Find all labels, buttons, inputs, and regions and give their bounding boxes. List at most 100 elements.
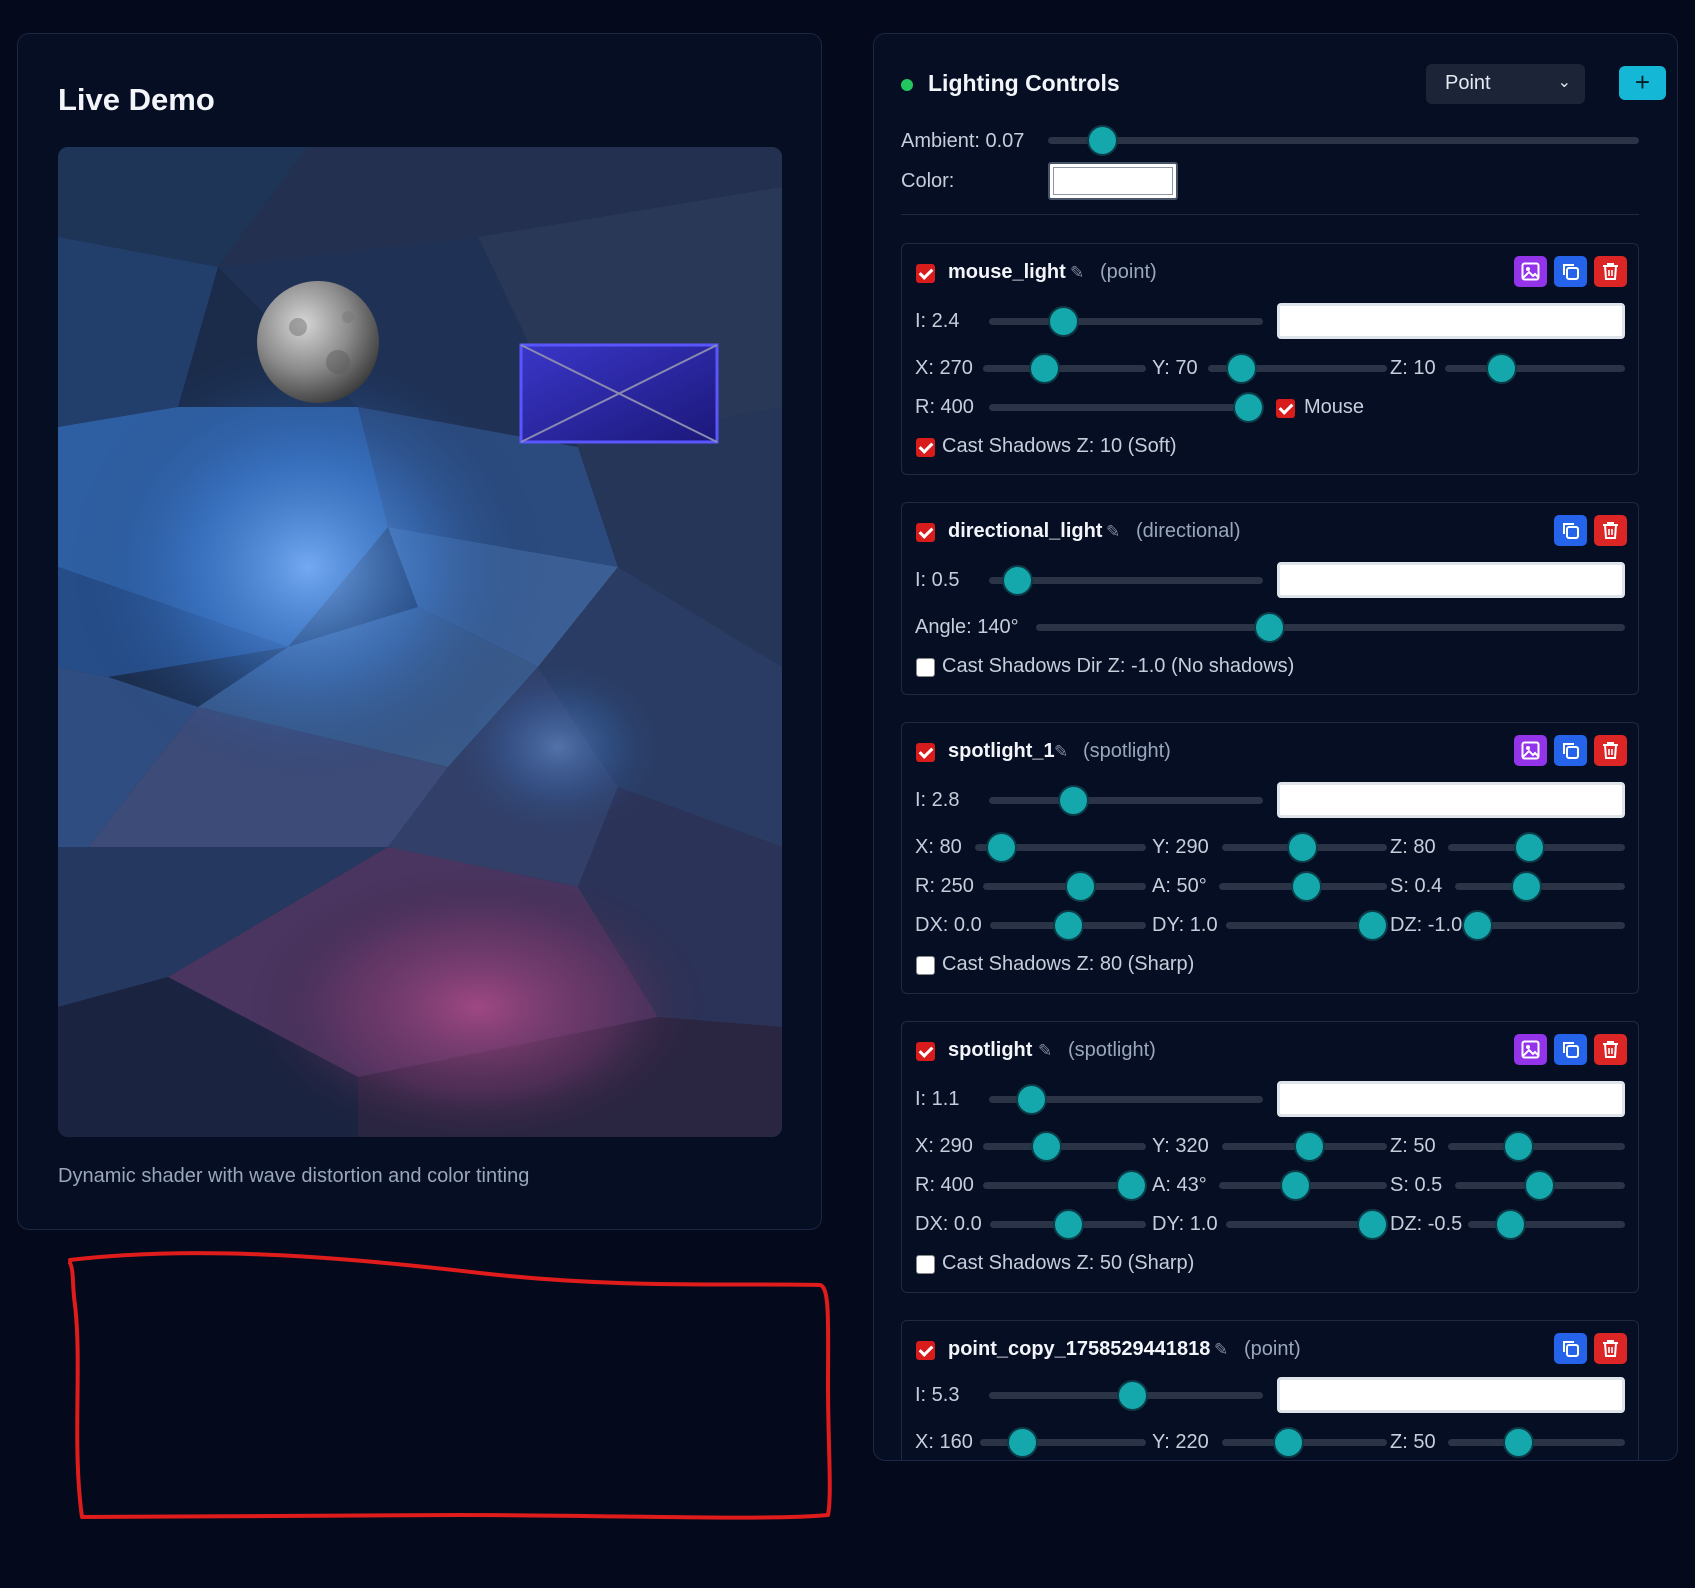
dy-slider-thumb[interactable] <box>1359 912 1386 939</box>
x-slider[interactable] <box>975 834 1146 861</box>
angle-slider[interactable] <box>1219 1172 1387 1199</box>
image-button[interactable] <box>1514 1034 1547 1065</box>
r-slider[interactable] <box>983 1172 1146 1199</box>
dy-slider[interactable] <box>1226 912 1387 939</box>
z-slider[interactable] <box>1448 1429 1625 1456</box>
x-slider-thumb[interactable] <box>988 834 1015 861</box>
angle-slider-thumb[interactable] <box>1282 1172 1309 1199</box>
cast-shadows-checkbox[interactable] <box>916 956 935 975</box>
softness-slider[interactable] <box>1455 1172 1625 1199</box>
image-button[interactable] <box>1514 735 1547 766</box>
y-slider-thumb[interactable] <box>1296 1133 1323 1160</box>
angle-slider[interactable] <box>1219 873 1387 900</box>
ambient-slider[interactable] <box>1048 127 1639 154</box>
shader-canvas[interactable] <box>58 147 782 1137</box>
softness-slider-thumb[interactable] <box>1513 873 1540 900</box>
intensity-slider-thumb[interactable] <box>1060 787 1087 814</box>
z-slider-thumb[interactable] <box>1505 1133 1532 1160</box>
light-enabled-checkbox[interactable] <box>916 523 935 542</box>
angle-slider-thumb[interactable] <box>1256 614 1283 641</box>
delete-button[interactable] <box>1594 1034 1627 1065</box>
z-slider[interactable] <box>1448 834 1625 861</box>
edit-pencil-icon[interactable]: ✎ <box>1214 1340 1228 1360</box>
intensity-slider[interactable] <box>989 787 1263 814</box>
y-slider-thumb[interactable] <box>1275 1429 1302 1456</box>
cast-shadows-checkbox[interactable] <box>916 1255 935 1274</box>
light-type-select[interactable]: Point ⌄ <box>1426 64 1585 104</box>
light-enabled-checkbox[interactable] <box>916 1341 935 1360</box>
x-slider-thumb[interactable] <box>1031 355 1058 382</box>
z-slider-thumb[interactable] <box>1516 834 1543 861</box>
intensity-slider[interactable] <box>989 308 1263 335</box>
edit-pencil-icon[interactable]: ✎ <box>1106 522 1120 542</box>
dx-slider[interactable] <box>990 912 1146 939</box>
copy-button[interactable] <box>1554 1333 1587 1364</box>
ambient-color-picker[interactable] <box>1048 162 1178 200</box>
dx-slider-thumb[interactable] <box>1055 912 1082 939</box>
light-color-picker[interactable] <box>1277 303 1625 339</box>
dx-slider[interactable] <box>990 1211 1146 1238</box>
r-slider-thumb[interactable] <box>1235 394 1262 421</box>
intensity-slider-thumb[interactable] <box>1119 1382 1146 1409</box>
add-light-button[interactable]: + <box>1619 66 1666 100</box>
copy-button[interactable] <box>1554 1034 1587 1065</box>
x-slider-thumb[interactable] <box>1009 1429 1036 1456</box>
angle-slider-thumb[interactable] <box>1293 873 1320 900</box>
dy-slider[interactable] <box>1226 1211 1387 1238</box>
dy-slider-thumb[interactable] <box>1359 1211 1386 1238</box>
x-slider-thumb[interactable] <box>1033 1133 1060 1160</box>
light-color-picker[interactable] <box>1277 1081 1625 1117</box>
mouse-follow-checkbox[interactable] <box>1276 399 1295 418</box>
copy-button[interactable] <box>1554 735 1587 766</box>
cast-shadows-checkbox[interactable] <box>916 658 935 677</box>
x-slider[interactable] <box>983 355 1146 382</box>
x-slider[interactable] <box>983 1133 1146 1160</box>
x-slider[interactable] <box>980 1429 1146 1456</box>
r-slider[interactable] <box>983 873 1146 900</box>
intensity-slider[interactable] <box>989 567 1263 594</box>
intensity-slider-thumb[interactable] <box>1004 567 1031 594</box>
delete-button[interactable] <box>1594 515 1627 546</box>
z-slider[interactable] <box>1445 355 1625 382</box>
intensity-slider-thumb[interactable] <box>1050 308 1077 335</box>
image-button[interactable] <box>1514 256 1547 287</box>
y-slider[interactable] <box>1222 1429 1387 1456</box>
edit-pencil-icon[interactable]: ✎ <box>1070 263 1084 283</box>
light-enabled-checkbox[interactable] <box>916 264 935 283</box>
light-color-picker[interactable] <box>1277 562 1625 598</box>
ambient-slider-thumb[interactable] <box>1089 127 1116 154</box>
light-enabled-checkbox[interactable] <box>916 1042 935 1061</box>
z-slider-thumb[interactable] <box>1488 355 1515 382</box>
y-slider-thumb[interactable] <box>1289 834 1316 861</box>
dz-slider-thumb[interactable] <box>1464 912 1491 939</box>
cast-shadows-checkbox[interactable] <box>916 438 935 457</box>
copy-button[interactable] <box>1554 515 1587 546</box>
dz-slider[interactable] <box>1468 1211 1625 1238</box>
intensity-slider[interactable] <box>989 1382 1263 1409</box>
delete-button[interactable] <box>1594 735 1627 766</box>
delete-button[interactable] <box>1594 256 1627 287</box>
dz-slider-thumb[interactable] <box>1497 1211 1524 1238</box>
r-slider-thumb[interactable] <box>1118 1172 1145 1199</box>
intensity-slider-thumb[interactable] <box>1018 1086 1045 1113</box>
dx-slider-thumb[interactable] <box>1055 1211 1082 1238</box>
r-slider-thumb[interactable] <box>1067 873 1094 900</box>
edit-pencil-icon[interactable]: ✎ <box>1038 1041 1052 1061</box>
y-slider[interactable] <box>1222 1133 1387 1160</box>
edit-pencil-icon[interactable]: ✎ <box>1054 742 1068 762</box>
softness-slider-thumb[interactable] <box>1526 1172 1553 1199</box>
y-slider[interactable] <box>1222 834 1387 861</box>
copy-button[interactable] <box>1554 256 1587 287</box>
z-slider[interactable] <box>1448 1133 1625 1160</box>
r-slider[interactable] <box>989 394 1262 421</box>
light-color-picker[interactable] <box>1277 1377 1625 1413</box>
z-slider-thumb[interactable] <box>1505 1429 1532 1456</box>
dz-slider[interactable] <box>1464 912 1625 939</box>
delete-button[interactable] <box>1594 1333 1627 1364</box>
softness-slider[interactable] <box>1455 873 1625 900</box>
y-slider-thumb[interactable] <box>1228 355 1255 382</box>
y-slider[interactable] <box>1208 355 1387 382</box>
light-enabled-checkbox[interactable] <box>916 743 935 762</box>
light-color-picker[interactable] <box>1277 782 1625 818</box>
intensity-slider[interactable] <box>989 1086 1263 1113</box>
